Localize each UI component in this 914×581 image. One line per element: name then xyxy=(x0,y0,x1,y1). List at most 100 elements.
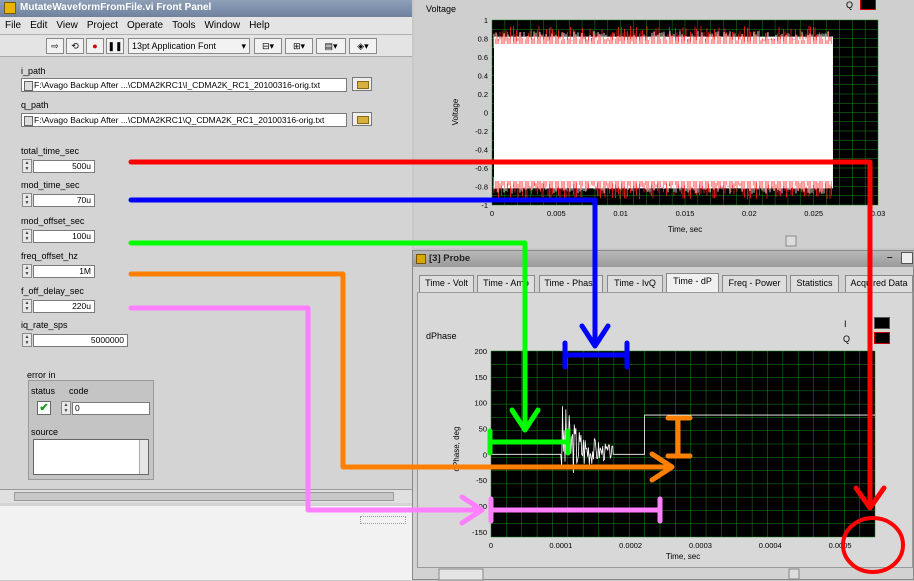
resize-objects-icon[interactable]: ▤▾ xyxy=(316,38,346,54)
menu-operate[interactable]: Operate xyxy=(122,17,167,31)
q-path-label: q_path xyxy=(21,100,49,110)
iq-rate-stepper[interactable]: ▲ ▼ xyxy=(22,333,32,347)
x-tick-label: 0.0005 xyxy=(829,541,852,550)
y-tick-label: -150 xyxy=(472,528,487,537)
voltage-scroll-button xyxy=(785,235,797,247)
y-tick-label: 100 xyxy=(474,399,487,408)
x-tick-label: 0 xyxy=(489,541,493,550)
mod-offset-label: mod_offset_sec xyxy=(21,216,85,226)
voltage-y-ticks: 1 0.8 0.6 0.4 0.2 0 -0.2 -0.4 -0.6 -0.8 -1 xyxy=(475,16,488,210)
i-path-field[interactable]: F:\Avago Backup After ...\CDMA2KRC1\I_CD… xyxy=(21,78,347,92)
error-in-cluster: status code ✔ ▲ ▼ 0 source xyxy=(28,380,154,480)
front-panel-window: MutateWaveformFromFile.vi Front Panel Fi… xyxy=(0,0,412,580)
voltage-x-axis-label: Time, sec xyxy=(668,225,702,234)
mod-offset-field[interactable]: 100u xyxy=(33,230,95,243)
error-in-label: error in xyxy=(27,370,56,380)
iq-rate-field[interactable]: 5000000 xyxy=(33,334,128,347)
x-tick-label: 0 xyxy=(490,209,494,218)
browse-folder-icon[interactable] xyxy=(352,112,372,126)
y-tick-label: 0 xyxy=(483,450,487,459)
source-scrollbar[interactable] xyxy=(139,440,148,474)
x-tick-label: 0.005 xyxy=(547,209,566,218)
mod-time-field[interactable]: 70u xyxy=(33,194,95,207)
browse-folder-icon[interactable] xyxy=(352,77,372,91)
voltage-graph-window: Voltage Q 1 0.8 0.6 0.4 0.2 0 -0.2 -0.4 -0.6 -0.8… xyxy=(414,0,914,248)
total-time-stepper[interactable]: ▲ ▼ xyxy=(22,159,32,173)
y-tick-label: 50 xyxy=(479,425,487,434)
y-tick-label: 0.8 xyxy=(478,35,488,44)
q-path-field[interactable]: F:\Avago Backup After ...\CDMA2KRC1\Q_CD… xyxy=(21,113,347,127)
horizontal-scrollbar[interactable] xyxy=(0,489,412,503)
align-objects-icon[interactable]: ⊟▾ xyxy=(254,38,282,54)
signal-band xyxy=(494,36,833,189)
font-selector-label: 13pt Application Font xyxy=(132,41,217,51)
window-title-bar[interactable]: MutateWaveformFromFile.vi Front Panel xyxy=(0,0,412,17)
voltage-x-ticks: 0 0.005 0.01 0.015 0.02 0.025 0.03 xyxy=(490,209,885,218)
scroll-thumb[interactable] xyxy=(14,492,394,501)
y-tick-label: -100 xyxy=(472,502,487,511)
y-tick-label: 150 xyxy=(474,373,487,382)
run-arrow-icon[interactable]: ⇨ xyxy=(46,38,64,54)
x-tick-label: 0.0001 xyxy=(549,541,572,550)
menu-edit[interactable]: Edit xyxy=(25,17,51,31)
dphase-x-axis-label: Time, sec xyxy=(666,552,700,561)
reorder-icon[interactable]: ◈▾ xyxy=(349,38,377,54)
pause-icon[interactable]: ❚❚ xyxy=(106,38,124,54)
status-checkbox[interactable]: ✔ xyxy=(37,401,51,415)
dphase-plot: 200 150 100 50 0 -50 -100 -150 0 0.0001 0.0002 0.0… xyxy=(438,347,876,581)
menu-view[interactable]: View xyxy=(51,17,82,31)
freq-offset-stepper[interactable]: ▲ ▼ xyxy=(22,264,32,278)
x-tick-label: 0.0004 xyxy=(759,541,782,550)
total-time-label: total_time_sec xyxy=(21,146,80,156)
voltage-plot: 10.80.60.40.20-0.2-0.4-0.6-0.8-1 0 0.005 0… xyxy=(451,16,885,247)
menu-tools[interactable]: Tools xyxy=(167,17,199,31)
freq-offset-field[interactable]: 1M xyxy=(33,265,95,278)
menu-bar: File Edit View Project Operate Tools Window Hel… xyxy=(0,17,412,35)
scroll-indicator xyxy=(360,516,406,524)
chevron-down-icon: ▾ xyxy=(241,41,246,51)
y-tick-label: 200 xyxy=(474,347,487,356)
status-label: status xyxy=(31,386,56,396)
dphase-y-ticks: 200 150 100 50 0 -50 -100 -150 xyxy=(472,347,487,537)
source-field[interactable] xyxy=(33,439,149,475)
abort-icon[interactable]: ● xyxy=(86,38,104,54)
font-selector[interactable]: 13pt Application Font ▾ xyxy=(128,38,250,54)
f-off-delay-field[interactable]: 220u xyxy=(33,300,95,313)
menu-window[interactable]: Window xyxy=(199,17,244,31)
f-off-delay-stepper[interactable]: ▲ ▼ xyxy=(22,299,32,313)
y-tick-label: -1 xyxy=(481,201,488,210)
menu-project[interactable]: Project xyxy=(82,17,122,31)
f-off-delay-label: f_off_delay_sec xyxy=(21,286,84,296)
y-tick-label: 1 xyxy=(484,16,488,25)
total-time-field[interactable]: 500u xyxy=(33,160,95,173)
menu-help[interactable]: Help xyxy=(244,17,274,31)
vi-icon xyxy=(4,2,16,14)
run-continuously-icon[interactable]: ⟲ xyxy=(66,38,84,54)
mod-offset-stepper[interactable]: ▲ ▼ xyxy=(22,229,32,243)
code-label: code xyxy=(69,386,89,396)
y-tick-label: -0.2 xyxy=(475,127,488,136)
freq-offset-label: freq_offset_hz xyxy=(21,251,78,261)
mod-time-stepper[interactable]: ▲ ▼ xyxy=(22,193,32,207)
window-title: MutateWaveformFromFile.vi Front Panel xyxy=(20,2,212,13)
distribute-objects-icon[interactable]: ⊞▾ xyxy=(285,38,313,54)
y-tick-label: 0.6 xyxy=(478,53,488,62)
toolbar: ⇨ ⟲ ● ❚❚ 13pt Application Font ▾ ⊟▾ ⊞▾ ▤▾… xyxy=(0,35,412,57)
x-tick-label: 0.02 xyxy=(742,209,757,218)
i-path-label: i_path xyxy=(21,66,46,76)
voltage-signal xyxy=(493,25,833,200)
menu-file[interactable]: File xyxy=(0,17,25,31)
y-tick-label: 0 xyxy=(484,109,488,118)
code-field[interactable]: 0 xyxy=(72,402,150,415)
x-tick-label: 0.015 xyxy=(676,209,695,218)
y-tick-label: 0.4 xyxy=(478,72,488,81)
mod-time-label: mod_time_sec xyxy=(21,180,80,190)
y-tick-label: -50 xyxy=(476,476,487,485)
code-stepper[interactable]: ▲ ▼ xyxy=(61,401,71,415)
x-tick-label: 0.025 xyxy=(804,209,823,218)
probe-scroll-button xyxy=(788,568,800,580)
graph-palette xyxy=(438,568,484,581)
voltage-y-axis-label: Voltage xyxy=(451,98,460,125)
x-tick-label: 0.0003 xyxy=(689,541,712,550)
probe-window: [3] Probe – Time - Volt Time - Amp Time … xyxy=(412,250,914,581)
